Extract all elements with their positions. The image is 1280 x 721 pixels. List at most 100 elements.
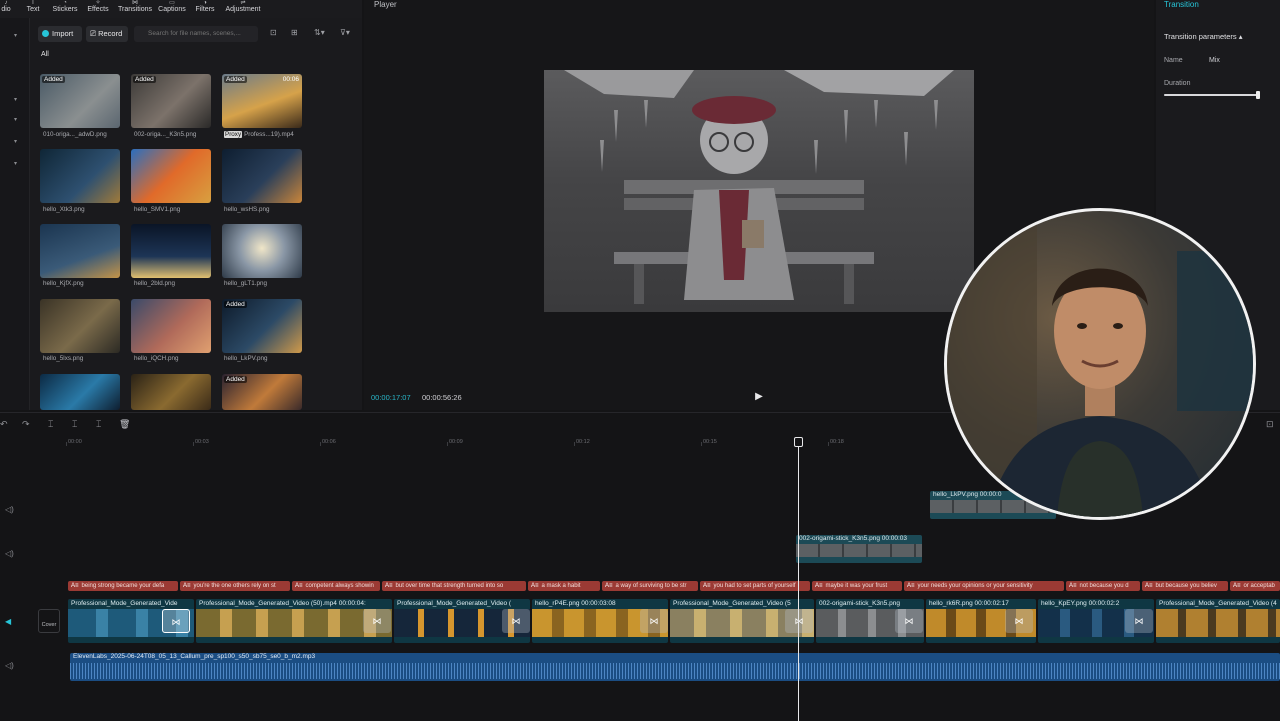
playhead-line[interactable]: [798, 437, 799, 721]
text-tab[interactable]: T Text: [24, 0, 42, 13]
transitions-tab[interactable]: ⋈ Transitions: [117, 0, 153, 13]
folder-icon[interactable]: ⊡: [270, 28, 277, 37]
caption-clip[interactable]: A≡ a way of surviving to be str: [602, 581, 698, 591]
media-item-name: hello_gLT1.png: [224, 280, 267, 287]
section-header[interactable]: Transition parameters ▴: [1164, 32, 1243, 41]
speaker-icon[interactable]: ◁): [5, 661, 14, 670]
caption-clip[interactable]: A≡ maybe it was your frust: [812, 581, 902, 591]
media-thumbnail[interactable]: [40, 224, 120, 278]
video-clip[interactable]: Professional_Mode_Generated_Video (4: [1156, 599, 1280, 643]
duration-label: Duration: [1164, 80, 1191, 87]
ruler-tick: 00:12: [574, 439, 590, 446]
transition-marker[interactable]: ⋈: [1005, 609, 1033, 633]
grid-view-icon[interactable]: ⊞: [291, 28, 298, 37]
filters-tab[interactable]: ◑ Filters: [194, 0, 216, 13]
caption-clip[interactable]: A≡ or acceptab: [1230, 581, 1280, 591]
search-input[interactable]: [134, 26, 258, 42]
media-item-name: Proxy Profess...19).mp4: [224, 131, 294, 138]
media-thumbnail[interactable]: [131, 224, 211, 278]
presenter-image: [947, 211, 1253, 517]
transition-marker[interactable]: ⋈: [640, 609, 668, 633]
chevron-up-icon: ▴: [1238, 32, 1243, 41]
media-item-name: hello_LkPV.png: [224, 355, 268, 362]
transition-marker[interactable]: ⋈: [895, 609, 923, 633]
media-thumbnail[interactable]: [40, 299, 120, 353]
left-rail: ▾ ▾ ▾ ▾ ▾: [0, 18, 30, 410]
media-thumbnail[interactable]: Added 00:06: [222, 74, 302, 128]
slider-fill: [1164, 94, 1259, 96]
stickers-tab[interactable]: ◔ Stickers: [51, 0, 79, 13]
media-thumbnail[interactable]: [131, 299, 211, 353]
preview-canvas[interactable]: [544, 70, 974, 312]
media-thumbnail[interactable]: Added: [222, 374, 302, 410]
rail-chevron-icon[interactable]: ▾: [14, 138, 17, 145]
transition-marker[interactable]: ⋈: [363, 609, 391, 633]
audio-waveform: [70, 663, 1280, 679]
audio-tab[interactable]: ♪ dio: [0, 0, 12, 13]
caption-clip[interactable]: A≡ your needs your opinions or your sensi…: [904, 581, 1064, 591]
caption-clip[interactable]: A≡ you're the one others rely on st: [180, 581, 290, 591]
rail-chevron-icon[interactable]: ▾: [14, 96, 17, 103]
redo-icon[interactable]: ↷: [22, 419, 30, 430]
rail-chevron-icon[interactable]: ▾: [14, 160, 17, 167]
speaker-icon[interactable]: ◁): [5, 505, 14, 514]
split-left-icon[interactable]: ⌶: [72, 419, 77, 430]
record-button[interactable]: ⎚ Record: [86, 26, 128, 42]
playhead-handle[interactable]: [794, 437, 803, 447]
transition-marker[interactable]: ⋈: [1125, 609, 1153, 633]
slider-handle[interactable]: [1256, 91, 1261, 99]
delete-icon[interactable]: 🗑: [119, 419, 130, 430]
speaker-icon[interactable]: ◁): [5, 549, 14, 558]
caption-clip[interactable]: A≡ but over time that strength turned int…: [382, 581, 526, 591]
effects-tab[interactable]: ✧ Effects: [86, 0, 110, 13]
ruler-tick: 00:09: [447, 439, 463, 446]
transition-mix-selected[interactable]: ⋈: [162, 609, 190, 633]
undo-icon[interactable]: ↶: [0, 419, 8, 430]
adjustment-tab[interactable]: ⇌ Adjustment: [223, 0, 263, 13]
import-button[interactable]: Import: [38, 26, 82, 42]
main-track-icon[interactable]: ◀: [5, 617, 11, 626]
caption-clip[interactable]: A≡ not because you d: [1066, 581, 1140, 591]
media-thumbnail[interactable]: [131, 374, 211, 410]
caption-clip[interactable]: A≡ you had to set parts of yourself: [700, 581, 810, 591]
media-item-name: 010-origa..._adwD.png: [43, 131, 107, 138]
sort-icon[interactable]: ⇅▾: [314, 28, 325, 37]
split-right-icon[interactable]: ⌶: [96, 419, 101, 430]
media-thumbnail[interactable]: Added: [40, 74, 120, 128]
rail-chevron-icon[interactable]: ▾: [14, 116, 17, 123]
split-icon[interactable]: ⌶: [48, 419, 53, 430]
cover-button[interactable]: Cover: [38, 609, 60, 633]
transition-marker[interactable]: ⋈: [785, 609, 813, 633]
media-thumbnail[interactable]: [40, 149, 120, 203]
caption-clip[interactable]: A≡ a mask a habit: [528, 581, 600, 591]
filter-icon[interactable]: ⊽▾: [340, 28, 350, 37]
media-item-name: hello_Xtk3.png: [43, 206, 85, 213]
media-thumbnail[interactable]: Added: [131, 74, 211, 128]
media-thumbnail[interactable]: [222, 149, 302, 203]
current-time: 00:00:17:07: [371, 393, 411, 402]
zoom-fit-icon[interactable]: ⊡: [1266, 419, 1274, 430]
media-item-name: hello_SMV1.png: [134, 206, 181, 213]
media-item-name: hello_2bld.png: [134, 280, 175, 287]
audio-clip[interactable]: ElevenLabs_2025-06-24T08_05_13_Callum_pr…: [70, 653, 1280, 681]
media-thumbnail[interactable]: Added: [222, 299, 302, 353]
tab-transition[interactable]: Transition: [1164, 0, 1199, 9]
rail-expand-icon[interactable]: ▾: [14, 32, 17, 39]
media-item-name: hello_5lxs.png: [43, 355, 84, 362]
caption-clip[interactable]: A≡ competent always showin: [292, 581, 380, 591]
caption-clip[interactable]: A≡ being strong became your defa: [68, 581, 178, 591]
play-button[interactable]: ▶: [752, 390, 766, 404]
media-thumbnail[interactable]: [131, 149, 211, 203]
media-item-name: hello_wsHS.png: [224, 206, 270, 213]
all-tab[interactable]: All: [41, 51, 49, 58]
image-clip[interactable]: 002-origami-stick_K3n5.png 00:00:03: [796, 535, 922, 563]
media-thumbnail[interactable]: [40, 374, 120, 410]
name-label: Name: [1164, 57, 1183, 64]
transition-marker[interactable]: ⋈: [502, 609, 530, 633]
duration-slider[interactable]: [1164, 91, 1261, 99]
media-thumbnail[interactable]: [222, 224, 302, 278]
captions-tab[interactable]: ▭ Captions: [157, 0, 187, 13]
caption-clip[interactable]: A≡ but because you believ: [1142, 581, 1228, 591]
clip-frames: [796, 544, 922, 557]
proxy-badge: Proxy: [224, 131, 243, 138]
